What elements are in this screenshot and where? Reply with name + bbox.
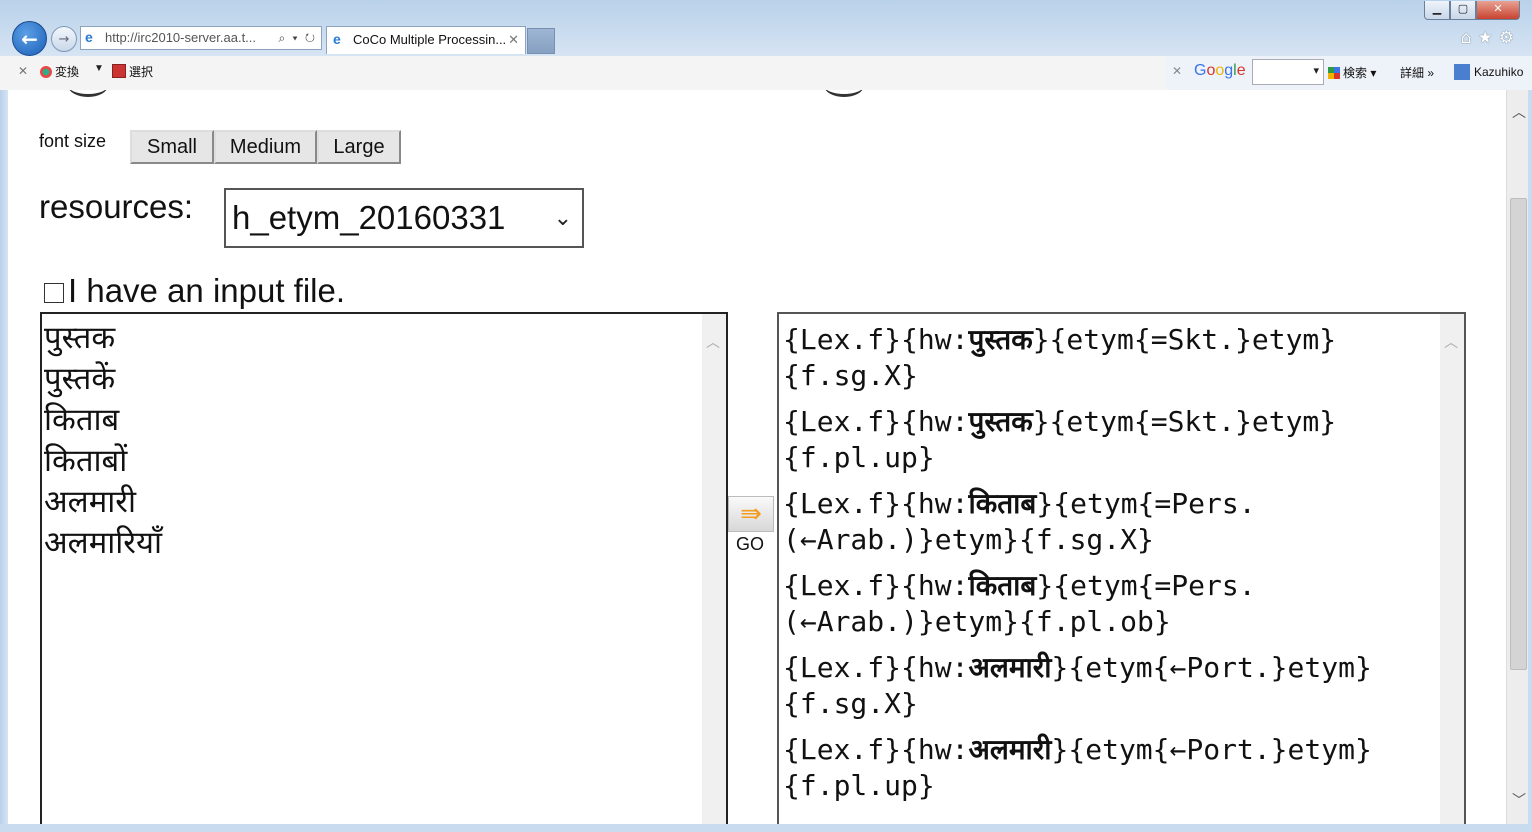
go-label[interactable]: GO [736,534,764,555]
google-search-icon [1328,67,1340,79]
input-line: पुस्तक [44,320,116,356]
input-file-checkbox[interactable] [44,283,64,303]
output-entry: {Lex.f}{hw:किताब}{etym{=Pers.(←Arab.)}et… [783,486,1413,558]
user-name: Kazuhiko [1474,65,1524,79]
toolbar-close-icon[interactable]: ✕ [18,64,28,78]
output-prefix: {Lex.f}{hw: [783,323,969,356]
address-search-refresh-icons[interactable]: ⌕ ▾ ↻ [278,27,317,49]
forward-arrow-icon: → [58,31,70,47]
font-medium-button[interactable]: Medium [214,130,317,164]
chevron-down-icon: ⌄ [553,205,572,230]
back-arrow-icon: ← [21,26,38,51]
output-entry: {Lex.f}{hw:किताब}{etym{=Pers.(←Arab.)}et… [783,568,1413,640]
window-frame-right [1528,90,1532,832]
maximize-button[interactable]: ▢ [1450,1,1476,20]
window-controls: ▁ ▢ ✕ [1424,1,1520,20]
output-prefix: {Lex.f}{hw: [783,569,969,602]
input-scrollbar[interactable]: ︿ [702,314,726,824]
input-file-label: I have an input file. [68,272,346,309]
minimize-button[interactable]: ▁ [1424,1,1450,20]
google-search-label: 検索 ▾ [1343,66,1377,80]
font-size-label: font size [39,131,107,151]
resources-label: resources: [39,188,194,225]
scroll-up-icon[interactable]: ︿ [1444,332,1458,352]
decorative-shape [824,90,864,97]
font-large-button[interactable]: Large [317,130,401,164]
output-headword: अलमारी [968,651,1052,684]
input-text: पुस्तक पुस्तकें किताब किताबों अलमारी अलम… [44,318,162,564]
tab-title[interactable]: CoCo Multiple Processin... [353,27,506,53]
output-scrollbar[interactable]: ︿ [1440,314,1464,824]
back-button[interactable]: ← [12,21,47,56]
select-label: 選択 [129,65,154,79]
window-frame-left [0,90,8,832]
output-prefix: {Lex.f}{hw: [783,651,969,684]
go-button[interactable]: ⇛ [728,496,774,532]
go-arrow-icon: ⇛ [740,499,762,529]
scrollbar-thumb[interactable] [1510,198,1527,670]
input-line: किताब [44,402,120,438]
home-favorites-settings-icons[interactable]: ⌂★⚙ [1461,28,1520,48]
output-entry: {Lex.f}{hw:अलमारी}{etym{←Port.}etym}{f.p… [783,732,1413,804]
address-url[interactable]: http://irc2010-server.aa.t... [105,27,256,49]
scroll-down-icon[interactable]: ﹀ [1512,790,1526,810]
output-prefix: {Lex.f}{hw: [783,487,969,520]
tab-close-icon[interactable]: ✕ [508,27,519,53]
output-headword: पुस्तक [968,405,1033,438]
scroll-up-icon[interactable]: ︿ [1512,102,1526,122]
resources-selected-value: h_etym_20160331 [232,199,506,236]
google-logo: Google [1194,62,1246,79]
ie-page-icon: e [85,29,93,45]
output-textarea[interactable]: {Lex.f}{hw:पुस्तक}{etym{=Skt.}etym}{f.sg… [777,312,1466,824]
font-small-button[interactable]: Small [130,130,214,164]
input-textarea[interactable]: पुस्तक पुस्तकें किताब किताबों अलमारी अलम… [40,312,728,824]
convert-button[interactable]: 変換 [40,63,79,80]
new-tab-button[interactable] [527,28,555,54]
detail-button[interactable]: 詳細 » [1400,64,1434,81]
output-headword: अलमारी [968,733,1052,766]
input-file-option[interactable]: I have an input file. [44,272,345,310]
forward-button[interactable]: → [51,26,77,52]
decorative-shape [68,90,108,97]
output-headword: पुस्तक [968,323,1033,356]
address-bar[interactable]: e http://irc2010-server.aa.t... ⌕ ▾ ↻ [80,26,322,50]
browser-title-bar: ▁ ▢ ✕ ← → e http://irc2010-server.aa.t..… [0,0,1532,57]
ie-tab-icon: e [333,31,341,47]
convert-dropdown-icon[interactable]: ▼ [94,63,104,74]
input-line: किताबों [44,443,128,479]
output-headword: किताब [968,569,1037,602]
resources-select[interactable]: h_etym_20160331 ⌄ [224,188,584,248]
output-prefix: {Lex.f}{hw: [783,733,969,766]
user-icon [1454,64,1470,80]
scroll-up-icon[interactable]: ︿ [706,332,720,352]
output-headword: किताब [968,487,1037,520]
page-content: font size Small Medium Large resources: … [8,90,1506,824]
output-entry: {Lex.f}{hw:अलमारी}{etym{←Port.}etym}{f.s… [783,650,1413,722]
command-toolbar: ✕ 変換 ▼ 選択 ✕ Google 検索 ▾ 詳細 » Kazuhiko [0,56,1532,91]
output-entry: {Lex.f}{hw:पुस्तक}{etym{=Skt.}etym}{f.sg… [783,322,1413,394]
google-search-button[interactable]: 検索 ▾ [1328,64,1376,81]
page-scrollbar[interactable]: ︿ ﹀ [1506,90,1529,824]
input-line: अलमारियाँ [44,525,162,561]
google-toolbar: ✕ Google 検索 ▾ 詳細 » Kazuhiko [1166,56,1532,90]
select-button[interactable]: 選択 [112,63,153,80]
google-search-input[interactable] [1252,59,1324,85]
convert-label: 変換 [55,65,80,79]
convert-icon [40,66,52,78]
user-account-button[interactable]: Kazuhiko [1454,64,1523,80]
input-line: पुस्तकें [44,361,116,397]
google-toolbar-close-icon[interactable]: ✕ [1172,64,1182,78]
output-entry: {Lex.f}{hw:पुस्तक}{etym{=Skt.}etym}{f.pl… [783,404,1413,476]
select-icon [112,64,126,78]
output-text: {Lex.f}{hw:पुस्तक}{etym{=Skt.}etym}{f.sg… [783,322,1413,814]
close-window-button[interactable]: ✕ [1476,1,1520,20]
input-line: अलमारी [44,484,136,520]
window-frame-bottom [0,824,1532,832]
output-prefix: {Lex.f}{hw: [783,405,969,438]
tab-active[interactable]: e CoCo Multiple Processin... ✕ [326,26,526,54]
